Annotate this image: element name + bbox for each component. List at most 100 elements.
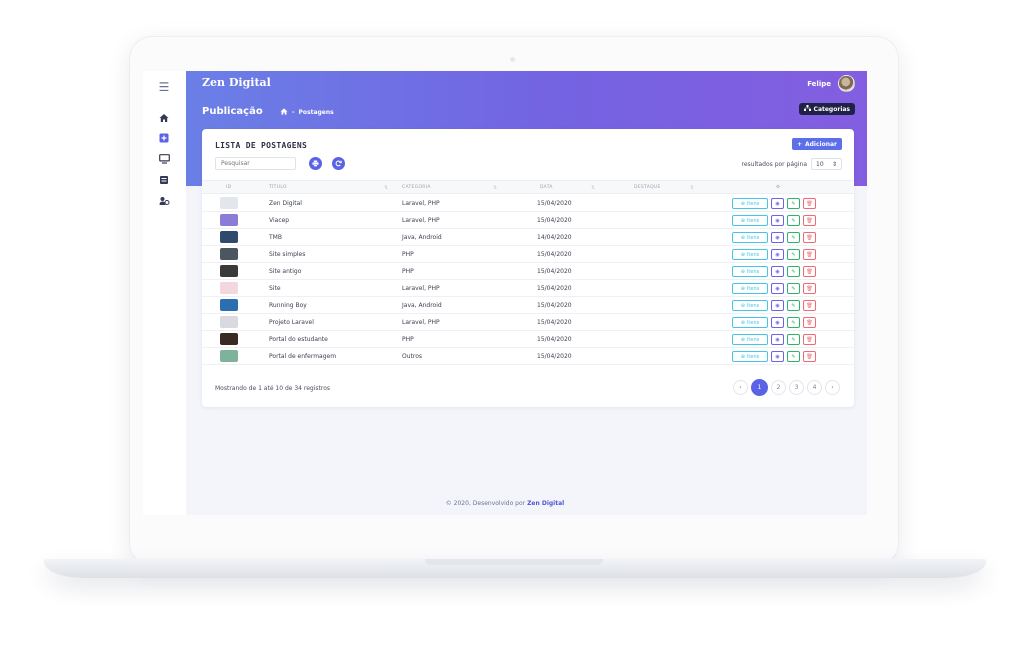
page-button-2[interactable]: 2 — [771, 380, 786, 395]
view-button[interactable]: ◉ — [771, 283, 784, 294]
delete-button[interactable]: 🗑 — [803, 198, 816, 209]
page-button-3[interactable]: 3 — [789, 380, 804, 395]
delete-button[interactable]: 🗑 — [803, 232, 816, 243]
view-button[interactable]: ◉ — [771, 198, 784, 209]
view-button[interactable]: ◉ — [771, 215, 784, 226]
edit-button[interactable]: ✎ — [787, 351, 800, 362]
plus-circle-icon: ⊕ — [740, 200, 745, 207]
post-thumbnail[interactable] — [220, 231, 238, 243]
delete-button[interactable]: 🗑 — [803, 266, 816, 277]
items-button[interactable]: ⊕ Itens — [732, 317, 768, 328]
view-button[interactable]: ◉ — [771, 334, 784, 345]
view-button[interactable]: ◉ — [771, 300, 784, 311]
home-icon[interactable] — [280, 108, 288, 117]
pencil-icon: ✎ — [791, 200, 796, 207]
plus-square-icon[interactable] — [157, 131, 171, 145]
items-button-label: Itens — [746, 234, 760, 241]
items-button[interactable]: ⊕ Itens — [732, 266, 768, 277]
refresh-icon — [335, 160, 342, 167]
search-input[interactable] — [215, 157, 296, 170]
list-icon[interactable] — [157, 173, 171, 187]
post-thumbnail[interactable] — [220, 248, 238, 260]
add-button[interactable]: + Adicionar — [791, 138, 842, 150]
items-button[interactable]: ⊕ Itens — [732, 198, 768, 209]
delete-button[interactable]: 🗑 — [803, 334, 816, 345]
delete-button[interactable]: 🗑 — [803, 215, 816, 226]
items-button[interactable]: ⊕ Itens — [732, 300, 768, 311]
post-thumbnail[interactable] — [220, 265, 238, 277]
page-button-4[interactable]: 4 — [807, 380, 822, 395]
menu-icon[interactable]: ☰ — [157, 80, 171, 94]
items-button[interactable]: ⊕ Itens — [732, 283, 768, 294]
view-button[interactable]: ◉ — [771, 249, 784, 260]
app-screen: ☰ Zen Digital Felipe Publicação - Postag… — [143, 71, 867, 515]
row-actions: ⊕ Itens ◉ ✎ 🗑 — [732, 300, 816, 311]
post-thumbnail[interactable] — [220, 350, 238, 362]
view-button[interactable]: ◉ — [771, 266, 784, 277]
edit-button[interactable]: ✎ — [787, 300, 800, 311]
delete-button[interactable]: 🗑 — [803, 351, 816, 362]
page-next-button[interactable]: › — [825, 380, 840, 395]
sort-icon[interactable]: ⇅ — [591, 185, 595, 191]
edit-button[interactable]: ✎ — [787, 334, 800, 345]
delete-button[interactable]: 🗑 — [803, 249, 816, 260]
edit-button[interactable]: ✎ — [787, 317, 800, 328]
sort-icon[interactable]: ⇅ — [690, 185, 694, 191]
column-date[interactable]: DATA — [540, 185, 553, 190]
post-thumbnail[interactable] — [220, 316, 238, 328]
items-button[interactable]: ⊕ Itens — [732, 232, 768, 243]
post-thumbnail[interactable] — [220, 333, 238, 345]
post-thumbnail[interactable] — [220, 299, 238, 311]
avatar[interactable] — [838, 75, 855, 92]
view-button[interactable]: ◉ — [771, 232, 784, 243]
edit-button[interactable]: ✎ — [787, 215, 800, 226]
sort-icon[interactable]: ⇅ — [384, 185, 388, 191]
items-button[interactable]: ⊕ Itens — [732, 215, 768, 226]
trash-icon: 🗑 — [806, 200, 813, 207]
records-info: Mostrando de 1 até 10 de 34 registros — [215, 385, 331, 392]
items-button[interactable]: ⊕ Itens — [732, 334, 768, 345]
edit-button[interactable]: ✎ — [787, 198, 800, 209]
items-button[interactable]: ⊕ Itens — [732, 249, 768, 260]
items-button-label: Itens — [746, 336, 760, 343]
users-icon[interactable] — [157, 194, 171, 208]
table-body: Zen Digital Laravel, PHP 15/04/2020 ⊕ It… — [202, 195, 854, 365]
plus-circle-icon: ⊕ — [740, 353, 745, 360]
post-thumbnail[interactable] — [220, 197, 238, 209]
items-button[interactable]: ⊕ Itens — [732, 351, 768, 362]
column-title[interactable]: TÍTULO — [269, 185, 287, 190]
edit-button[interactable]: ✎ — [787, 266, 800, 277]
post-thumbnail[interactable] — [220, 214, 238, 226]
categories-button[interactable]: Categorias — [798, 103, 855, 115]
user-menu[interactable]: Felipe — [807, 75, 855, 92]
delete-button[interactable]: 🗑 — [803, 283, 816, 294]
footer-brand-link[interactable]: Zen Digital — [527, 500, 564, 507]
page-button-1[interactable]: 1 — [751, 379, 768, 396]
per-page-select[interactable]: 10 ⇕ — [811, 158, 842, 170]
table-row: Viacep Laravel, PHP 15/04/2020 ⊕ Itens ◉… — [202, 212, 854, 229]
edit-button[interactable]: ✎ — [787, 283, 800, 294]
edit-button[interactable]: ✎ — [787, 249, 800, 260]
column-featured[interactable]: DESTAQUE — [634, 185, 661, 190]
edit-button[interactable]: ✎ — [787, 232, 800, 243]
view-button[interactable]: ◉ — [771, 317, 784, 328]
delete-button[interactable]: 🗑 — [803, 300, 816, 311]
refresh-button[interactable] — [332, 157, 345, 170]
user-name[interactable]: Felipe — [807, 80, 831, 88]
sort-icon[interactable]: ⇅ — [493, 185, 497, 191]
post-date: 15/04/2020 — [537, 353, 572, 360]
post-category: PHP — [402, 251, 414, 258]
view-button[interactable]: ◉ — [771, 351, 784, 362]
column-id[interactable]: ID — [226, 185, 231, 190]
page-prev-button[interactable]: ‹ — [733, 380, 748, 395]
brand-logo[interactable]: Zen Digital — [202, 76, 271, 89]
home-icon[interactable] — [157, 111, 171, 125]
column-category[interactable]: CATEGORIA — [402, 185, 431, 190]
print-button[interactable] — [309, 157, 322, 170]
row-actions: ⊕ Itens ◉ ✎ 🗑 — [732, 334, 816, 345]
post-thumbnail[interactable] — [220, 282, 238, 294]
delete-button[interactable]: 🗑 — [803, 317, 816, 328]
row-actions: ⊕ Itens ◉ ✎ 🗑 — [732, 232, 816, 243]
monitor-icon[interactable] — [157, 152, 171, 166]
post-date: 14/04/2020 — [537, 234, 572, 241]
